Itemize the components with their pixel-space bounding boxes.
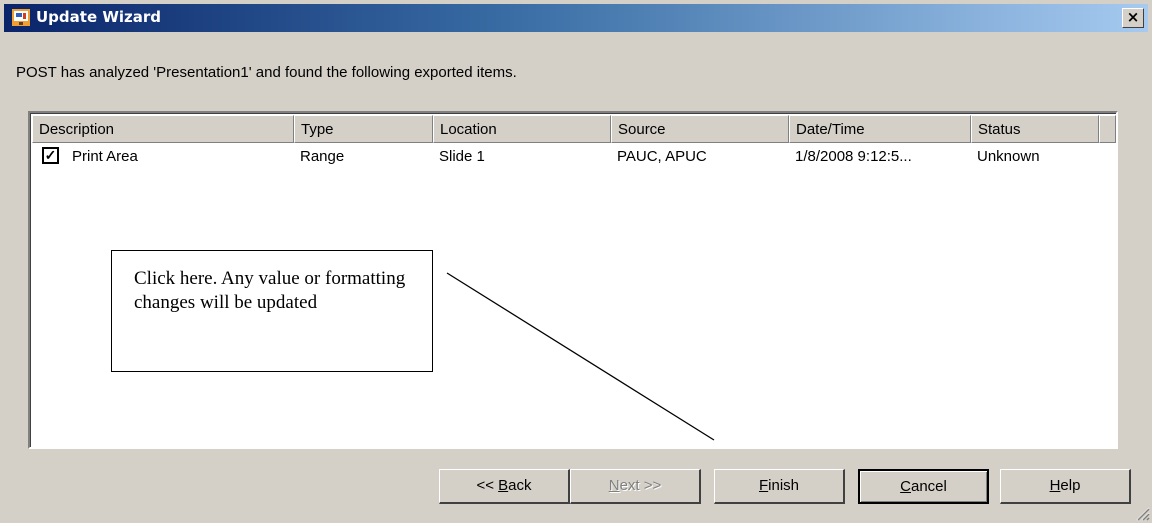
back-label: ack — [508, 477, 532, 494]
column-header-filler — [1099, 115, 1116, 143]
cell-source: PAUC, APUC — [617, 148, 707, 165]
table-row[interactable]: ✓ Print Area Range Slide 1 PAUC, APUC 1/… — [32, 144, 1116, 170]
column-header-description[interactable]: Description — [32, 115, 294, 143]
analysis-message: POST has analyzed 'Presentation1' and fo… — [16, 64, 517, 81]
window-title: Update Wizard — [36, 8, 162, 26]
cancel-label: ancel — [910, 478, 947, 495]
finish-button[interactable]: Finish — [714, 469, 845, 504]
column-header-status[interactable]: Status — [971, 115, 1099, 143]
next-label: ext >> — [619, 477, 662, 494]
next-mnemonic: N — [608, 477, 620, 494]
cell-status: Unknown — [977, 148, 1040, 165]
finish-mnemonic: F — [758, 477, 769, 494]
next-button[interactable]: Next >> — [570, 469, 701, 504]
column-header-location[interactable]: Location — [433, 115, 611, 143]
help-mnemonic: H — [1049, 477, 1061, 494]
back-button[interactable]: << Back — [439, 469, 570, 504]
finish-label: inish — [768, 477, 800, 494]
back-mnemonic: B — [498, 477, 509, 494]
cell-description: Print Area — [72, 148, 138, 165]
powerpoint-app-icon — [12, 9, 30, 26]
column-header-datetime[interactable]: Date/Time — [789, 115, 971, 143]
help-label: elp — [1060, 477, 1081, 494]
annotation-callout: Click here. Any value or formatting chan… — [111, 250, 433, 372]
cancel-mnemonic: C — [900, 478, 911, 495]
close-button[interactable]: × — [1122, 8, 1144, 28]
column-header-type[interactable]: Type — [294, 115, 433, 143]
row-checkbox[interactable]: ✓ — [42, 147, 59, 164]
column-header-source[interactable]: Source — [611, 115, 789, 143]
cell-type: Range — [300, 148, 345, 165]
resize-grip-icon[interactable] — [1134, 505, 1150, 521]
check-icon: ✓ — [44, 147, 57, 163]
list-header: Description Type Location Source Date/Ti… — [32, 115, 1116, 143]
cell-location: Slide 1 — [439, 148, 485, 165]
cell-datetime: 1/8/2008 9:12:5... — [795, 148, 912, 165]
update-wizard-dialog: Update Wizard × POST has analyzed 'Prese… — [0, 0, 1152, 523]
close-icon: × — [1126, 8, 1140, 26]
cancel-button[interactable]: Cancel — [858, 469, 989, 504]
help-button[interactable]: Help — [1000, 469, 1131, 504]
back-prefix: << — [476, 477, 499, 494]
title-bar[interactable]: Update Wizard × — [4, 4, 1148, 32]
